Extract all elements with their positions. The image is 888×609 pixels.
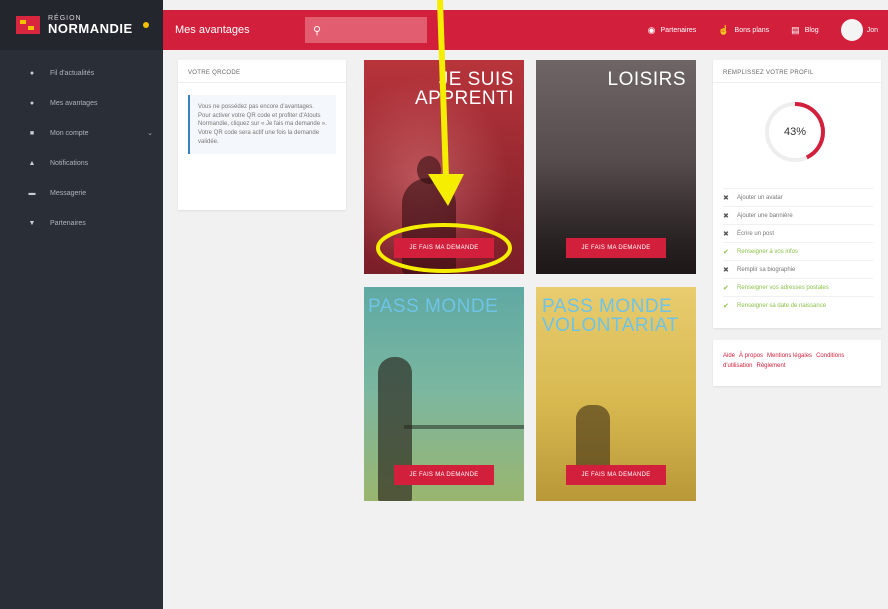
profile-task-label: Ajouter un avatar bbox=[737, 194, 783, 201]
cross-icon: ✖ bbox=[723, 266, 729, 274]
sidebar-item-label: Fil d'actualités bbox=[50, 69, 95, 77]
profile-task[interactable]: ✖ Écrire un post bbox=[723, 224, 873, 242]
chevron-down-icon: ⌄ bbox=[147, 130, 153, 137]
cross-icon: ✖ bbox=[723, 194, 729, 202]
profile-task[interactable]: ✖ Ajouter une bannière bbox=[723, 206, 873, 224]
cross-icon: ✖ bbox=[723, 212, 729, 220]
top-link-label: Partenaires bbox=[660, 26, 697, 34]
top-margin bbox=[163, 0, 888, 10]
footer-link[interactable]: À propos bbox=[739, 353, 763, 359]
top-bar: Mes avantages ⚲ ◉ Partenaires ☝ Bons pla… bbox=[163, 10, 888, 50]
sidebar-item-feed[interactable]: ● Fil d'actualités bbox=[0, 58, 163, 88]
profile-task[interactable]: ✔ Renseigner vos adresses postales bbox=[723, 278, 873, 296]
tile-title: PASS MONDE VOLONTARIAT bbox=[542, 297, 679, 336]
bell-icon: ▲ bbox=[28, 159, 36, 167]
tile-title-line: JE SUIS bbox=[438, 69, 514, 90]
profile-task-label: Renseigner sa date de naissance bbox=[737, 302, 827, 309]
qrcode-card: VOTRE QRCODE Vous ne possédez pas encore… bbox=[178, 60, 346, 210]
blog-icon: ▤ bbox=[791, 24, 800, 35]
sidebar-item-partners[interactable]: ▼ Partenaires bbox=[0, 208, 163, 238]
tile-title-line: PASS MONDE bbox=[542, 296, 673, 317]
top-link-deals[interactable]: ☝ Bons plans bbox=[718, 25, 769, 36]
pin-icon: ▼ bbox=[28, 219, 36, 227]
profile-task-label: Renseigner vos adresses postales bbox=[737, 284, 829, 291]
footer-links: Aide À propos Mentions légales Conditions d… bbox=[713, 340, 881, 386]
profile-task[interactable]: ✔ Renseigner sa date de naissance bbox=[723, 296, 873, 314]
qrcode-title: VOTRE QRCODE bbox=[178, 60, 346, 83]
top-link-label: Bons plans bbox=[734, 26, 770, 34]
top-link-blog[interactable]: ▤ Blog bbox=[791, 25, 819, 36]
check-icon: ✔ bbox=[723, 248, 729, 256]
footer-link[interactable]: Règlement bbox=[757, 363, 786, 369]
tile-image bbox=[402, 178, 456, 274]
tile-pass-monde-volontariat[interactable]: PASS MONDE VOLONTARIAT JE FAIS MA DEMAND… bbox=[536, 287, 696, 501]
search-input[interactable]: ⚲ bbox=[305, 17, 427, 43]
footer-link[interactable]: Aide bbox=[723, 353, 735, 359]
tile-title-line: LOISIRS bbox=[607, 69, 686, 90]
cross-icon: ✖ bbox=[723, 230, 729, 238]
sidebar-item-label: Partenaires bbox=[50, 219, 86, 227]
star-icon: ● bbox=[29, 99, 35, 107]
request-button[interactable]: JE FAIS MA DEMANDE bbox=[566, 465, 666, 485]
user-name[interactable]: Jon bbox=[867, 27, 878, 34]
top-link-partners[interactable]: ◉ Partenaires bbox=[648, 25, 697, 36]
check-icon: ✔ bbox=[723, 284, 729, 292]
tile-title-line: PASS MONDE bbox=[368, 296, 499, 317]
tile-image bbox=[404, 425, 524, 429]
status-dot-icon bbox=[142, 22, 149, 28]
profile-title: REMPLISSEZ VOTRE PROFIL bbox=[713, 60, 881, 83]
profile-task[interactable]: ✔ Renseigner à vos infos bbox=[723, 242, 873, 260]
profile-percent: 43% bbox=[783, 126, 807, 138]
user-icon: ■ bbox=[29, 129, 35, 137]
sidebar-item-account[interactable]: ■ Mon compte ⌄ bbox=[0, 118, 163, 148]
mail-icon: ▬ bbox=[28, 189, 36, 197]
tile-title-line: VOLONTARIAT bbox=[542, 315, 679, 337]
brand-logo[interactable]: RÉGION NORMANDIE bbox=[0, 0, 163, 50]
tile-title: PASS MONDE bbox=[368, 296, 499, 317]
tile-title: JE SUIS APPRENTI bbox=[415, 70, 514, 109]
profile-task-label: Ajouter une bannière bbox=[737, 212, 793, 219]
sidebar-item-label: Mon compte bbox=[50, 129, 89, 137]
top-link-label: Blog bbox=[804, 26, 819, 34]
sidebar: RÉGION NORMANDIE ● Fil d'actualités ● Me… bbox=[0, 0, 163, 609]
sidebar-item-notifications[interactable]: ▲ Notifications bbox=[0, 148, 163, 178]
brand-big: NORMANDIE bbox=[48, 21, 133, 36]
footer-link[interactable]: Mentions légales bbox=[767, 353, 812, 359]
normandie-flag-icon bbox=[16, 16, 40, 34]
profile-task-label: Renseigner à vos infos bbox=[737, 248, 799, 255]
sidebar-item-label: Notifications bbox=[50, 159, 89, 167]
sidebar-item-label: Messagerie bbox=[50, 189, 87, 197]
tile-title-line: APPRENTI bbox=[414, 88, 514, 110]
thumbs-up-icon: ☝ bbox=[718, 24, 730, 35]
qrcode-text: Vous ne possédez pas encore d'avantages.… bbox=[188, 95, 336, 155]
request-button[interactable]: JE FAIS MA DEMANDE bbox=[566, 238, 666, 258]
request-button[interactable]: JE FAIS MA DEMANDE bbox=[394, 238, 494, 258]
profile-task[interactable]: ✖ Remplir sa biographie bbox=[723, 260, 873, 278]
avatar[interactable] bbox=[840, 19, 863, 41]
tile-loisirs[interactable]: LOISIRS JE FAIS MA DEMANDE bbox=[536, 60, 696, 274]
tile-title: LOISIRS bbox=[607, 69, 686, 90]
request-button[interactable]: JE FAIS MA DEMANDE bbox=[394, 465, 494, 485]
sidebar-item-label: Mes avantages bbox=[50, 99, 98, 107]
tile-apprenti[interactable]: JE SUIS APPRENTI JE FAIS MA DEMANDE bbox=[364, 60, 524, 274]
profile-task-label: Remplir sa biographie bbox=[737, 266, 796, 273]
profile-card: REMPLISSEZ VOTRE PROFIL 43% ✖ Ajouter un … bbox=[713, 60, 881, 328]
search-icon: ⚲ bbox=[313, 24, 322, 37]
brand-small: RÉGION bbox=[48, 15, 82, 22]
profile-task-label: Écrire un post bbox=[737, 230, 775, 237]
tile-pass-monde[interactable]: PASS MONDE JE FAIS MA DEMANDE bbox=[364, 287, 524, 501]
home-icon: ● bbox=[29, 69, 35, 77]
pin-icon: ◉ bbox=[647, 24, 656, 35]
page-title: Mes avantages bbox=[175, 24, 250, 36]
profile-checklist: ✖ Ajouter un avatar ✖ Ajouter une bannière ✖… bbox=[723, 188, 873, 314]
sidebar-item-advantages[interactable]: ● Mes avantages bbox=[0, 88, 163, 118]
sidebar-nav: ● Fil d'actualités ● Mes avantages ■ Mon… bbox=[0, 50, 163, 238]
profile-task[interactable]: ✖ Ajouter un avatar bbox=[723, 188, 873, 206]
check-icon: ✔ bbox=[723, 302, 729, 310]
sidebar-item-messages[interactable]: ▬ Messagerie bbox=[0, 178, 163, 208]
brand-text: RÉGION NORMANDIE bbox=[48, 15, 133, 35]
